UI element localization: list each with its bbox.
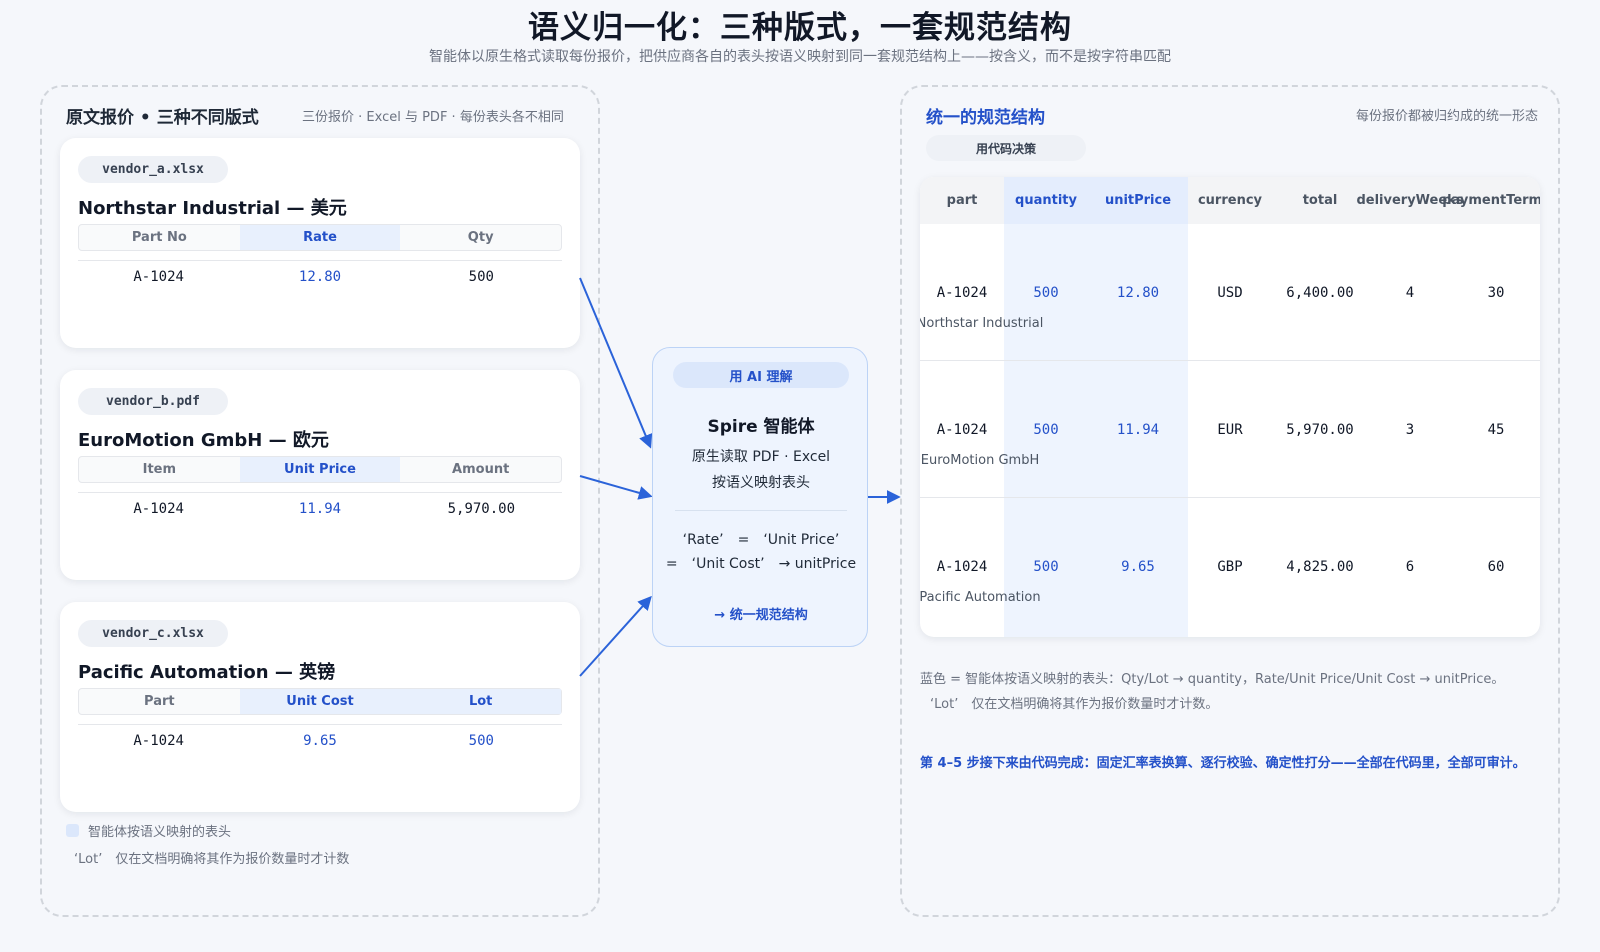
cell-unit-price: 9.65: [1121, 558, 1155, 575]
value-cell: A-1024: [133, 500, 184, 517]
header-cell: Part No: [131, 230, 187, 245]
column-header: currency: [1197, 193, 1263, 208]
vendor-table-row: A-1024 9.65 500: [78, 724, 562, 756]
lot-note: ‘Lot’ 仅在文档明确将其作为报价数量时才计数: [74, 852, 350, 867]
cell-total: 5,970.00: [1286, 421, 1354, 438]
raw-quotes-heading: 原文报价 • 三种不同版式: [66, 108, 259, 128]
cell-quantity: 500: [1033, 558, 1059, 575]
legend-text: 智能体按语义映射的表头: [88, 825, 232, 840]
cell-quantity: 500: [1033, 421, 1059, 438]
cell-delivery-weeks: 4: [1405, 284, 1415, 301]
header-cell: Qty: [467, 230, 494, 245]
cell-currency: EUR: [1217, 421, 1243, 438]
header-cell: Item: [142, 462, 177, 477]
vendor-table-row: A-1024 11.94 5,970.00: [78, 492, 562, 524]
file-chip: vendor_b.pdf: [78, 388, 228, 415]
value-cell-mapped: 11.94: [298, 500, 342, 517]
cell-part: A-1024: [936, 421, 988, 438]
cell-currency: USD: [1217, 284, 1243, 301]
header-cell-mapped: Unit Cost: [239, 689, 401, 714]
vendor-table-header: Part Unit Cost Lot: [78, 688, 562, 715]
cell-delivery-weeks: 6: [1405, 558, 1415, 575]
page-subtitle: 智能体以原生格式读取每份报价，把供应商各自的表头按语义映射到同一套规范结构上——…: [429, 49, 1171, 65]
cell-total: 4,825.00: [1286, 558, 1354, 575]
cell-unit-price: 12.80: [1116, 284, 1160, 301]
agent-name: Spire 智能体: [707, 417, 815, 437]
agent-mapping-1: ‘Rate’ = ‘Unit Price’: [682, 532, 840, 548]
agent-line-1: 原生读取 PDF · Excel: [691, 449, 831, 465]
column-header-mapped: unitPrice: [1088, 177, 1188, 224]
agent-mapping-2: = ‘Unit Cost’ → unitPrice: [665, 556, 857, 572]
file-chip: vendor_a.xlsx: [78, 156, 228, 183]
ai-chip: 用 AI 理解: [673, 362, 849, 388]
vendor-name: EuroMotion GmbH — 欧元: [78, 430, 329, 451]
column-header: total: [1302, 193, 1338, 208]
table-row: A-1024 500 9.65 GBP 4,825.00 6 60 Pacifi…: [920, 498, 1540, 635]
value-cell: A-1024: [133, 732, 184, 749]
page-title: 语义归一化：三种版式，一套规范结构: [528, 10, 1072, 46]
agent-divider: [675, 510, 847, 511]
vendor-card-b: vendor_b.pdf EuroMotion GmbH — 欧元 Item U…: [60, 370, 580, 580]
cell-part: A-1024: [936, 558, 988, 575]
vendor-table-header: Part No Rate Qty: [78, 224, 562, 251]
cell-payment-terms: 30: [1487, 284, 1505, 301]
canonical-heading: 统一的规范结构: [926, 108, 1045, 128]
header-cell-mapped: Rate: [239, 225, 401, 250]
footnote-mapping: 蓝色 = 智能体按语义映射的表头：Qty/Lot → quantity，Rate…: [920, 672, 1505, 687]
cell-quantity: 500: [1033, 284, 1059, 301]
cell-part: A-1024: [936, 284, 988, 301]
vendor-table-header: Item Unit Price Amount: [78, 456, 562, 483]
cell-currency: GBP: [1217, 558, 1243, 575]
column-header: deliveryWeeks: [1356, 193, 1464, 208]
value-cell-mapped: 500: [468, 732, 494, 749]
value-cell: 500: [468, 268, 494, 285]
column-header: paymentTerms: [1442, 193, 1540, 208]
canonical-table-header: part quantity unitPrice currency total d…: [920, 177, 1540, 224]
vendor-card-c: vendor_c.xlsx Pacific Automation — 英镑 Pa…: [60, 602, 580, 812]
legend-swatch: [66, 824, 79, 837]
agent-output: → 统一规范结构: [714, 608, 808, 623]
table-row: A-1024 500 11.94 EUR 5,970.00 3 45 EuroM…: [920, 361, 1540, 498]
agent-line-2: 按语义映射表头: [712, 475, 810, 491]
header-cell: Amount: [452, 462, 510, 477]
row-vendor-label: EuroMotion GmbH: [920, 453, 1040, 468]
raw-quotes-note: 三份报价 · Excel 与 PDF · 每份表头各不相同: [302, 110, 564, 125]
value-cell: A-1024: [133, 268, 184, 285]
vendor-table-row: A-1024 12.80 500: [78, 260, 562, 292]
cell-total: 6,400.00: [1286, 284, 1354, 301]
row-vendor-label: Pacific Automation: [920, 590, 1041, 605]
file-chip: vendor_c.xlsx: [78, 620, 228, 647]
value-cell-mapped: 12.80: [298, 268, 342, 285]
header-cell-mapped: Unit Price: [239, 457, 401, 482]
vendor-card-a: vendor_a.xlsx Northstar Industrial — 美元 …: [60, 138, 580, 348]
canonical-table: part quantity unitPrice currency total d…: [920, 177, 1540, 637]
row-vendor-label: Northstar Industrial: [920, 316, 1044, 331]
footnote-lot: ‘Lot’ 仅在文档明确将其作为报价数量时才计数。: [930, 697, 1219, 712]
column-header: part: [946, 193, 978, 208]
cell-unit-price: 11.94: [1116, 421, 1160, 438]
cell-payment-terms: 60: [1487, 558, 1505, 575]
cell-delivery-weeks: 3: [1405, 421, 1415, 438]
header-cell-mapped: Lot: [400, 689, 562, 714]
value-cell-mapped: 9.65: [303, 732, 337, 749]
canonical-note: 每份报价都被归约成的统一形态: [1355, 109, 1538, 124]
footnote-code-steps: 第 4–5 步接下来由代码完成：固定汇率表换算、逐行校验、确定性打分——全部在代…: [920, 756, 1526, 771]
vendor-name: Northstar Industrial — 美元: [78, 198, 347, 219]
header-cell: Part: [144, 694, 175, 709]
cell-payment-terms: 45: [1487, 421, 1505, 438]
value-cell: 5,970.00: [447, 500, 516, 517]
vendor-name: Pacific Automation — 英镑: [78, 662, 336, 683]
column-header-mapped: quantity: [1004, 177, 1088, 224]
code-chip: 用代码决策: [926, 135, 1086, 161]
table-row: A-1024 500 12.80 USD 6,400.00 4 30 North…: [920, 224, 1540, 361]
agent-box: 用 AI 理解 Spire 智能体 原生读取 PDF · Excel 按语义映射…: [652, 347, 868, 647]
